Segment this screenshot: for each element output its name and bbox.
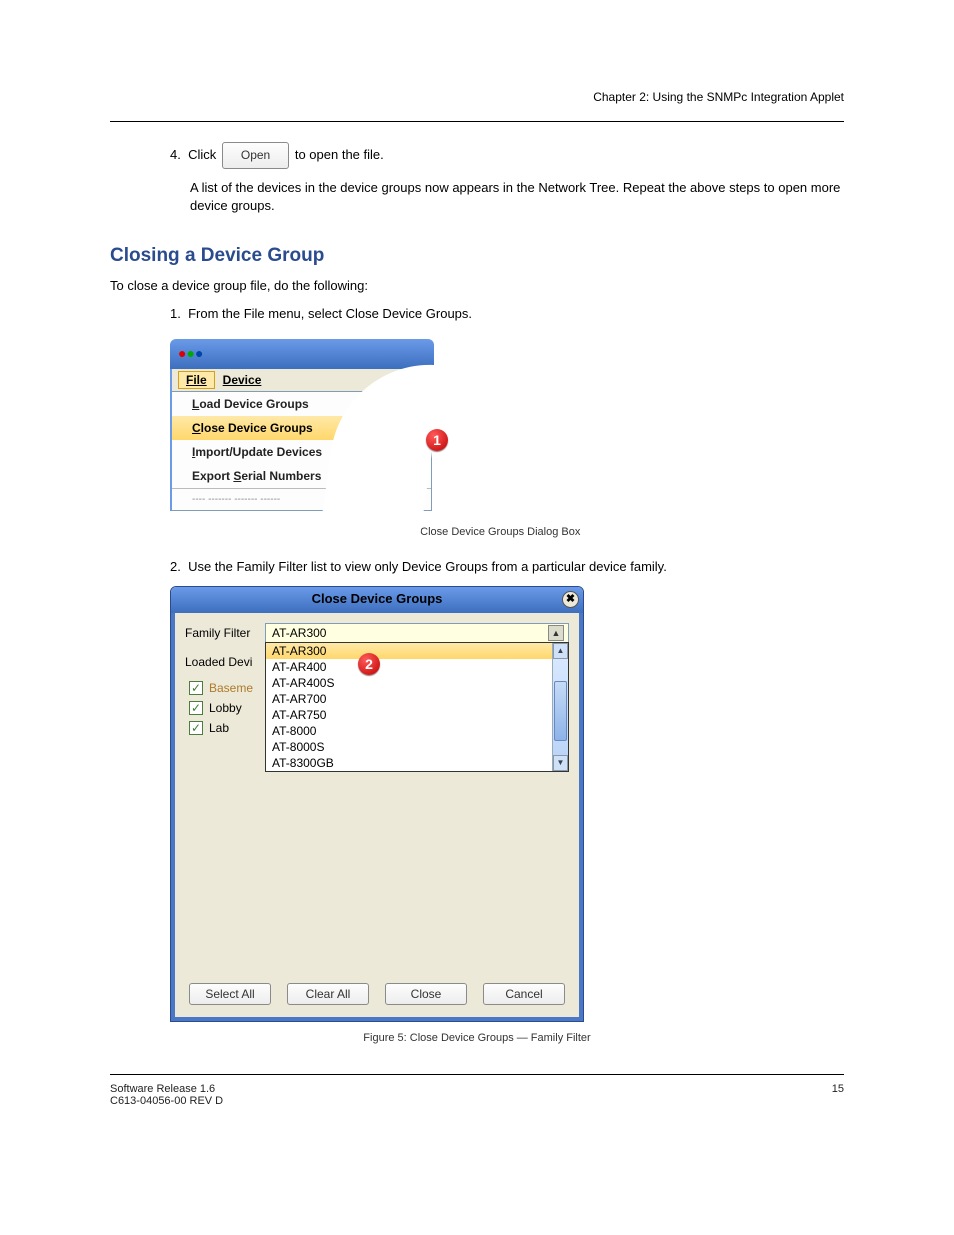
menu-file-label: File bbox=[186, 373, 207, 387]
file-menu-screenshot: ●●● File Device Load Device Groups Close… bbox=[170, 339, 434, 511]
family-filter-row: Family Filter AT-AR300 ▲ AT-AR300 AT-AR4… bbox=[185, 623, 569, 643]
callout-step1-marker: 1 bbox=[426, 429, 448, 451]
checkbox-icon[interactable]: ✓ bbox=[189, 701, 203, 715]
dialog-titlebar: Close Device Groups ✖ bbox=[171, 587, 583, 613]
chevron-up-icon[interactable]: ▲ bbox=[548, 625, 564, 641]
page-footer: Software Release 1.6 C613-04056-00 REV D… bbox=[110, 1074, 844, 1107]
scroll-up-icon[interactable]: ▲ bbox=[553, 643, 568, 659]
app-logo-icon: ●●● bbox=[178, 345, 203, 361]
combo-dropdown-list: AT-AR300 AT-AR400 AT-AR400S AT-AR700 AT-… bbox=[265, 642, 569, 772]
step2-text: 2. Use the Family Filter list to view on… bbox=[170, 558, 844, 576]
combo-option[interactable]: AT-8300GB bbox=[266, 755, 552, 771]
list-item[interactable]: ✓ Baseme bbox=[189, 681, 253, 695]
step2-inner: Use the Family Filter list to view only … bbox=[188, 559, 667, 574]
checkbox-icon[interactable]: ✓ bbox=[189, 681, 203, 695]
menu-item-close[interactable]: Close Device Groups bbox=[172, 416, 431, 440]
combo-display[interactable]: AT-AR300 ▲ bbox=[265, 623, 569, 643]
combo-option[interactable]: AT-AR300 bbox=[266, 643, 552, 659]
close-dialog-screenshot: Close Device Groups ✖ Family Filter AT-A… bbox=[170, 586, 584, 1022]
combo-value: AT-AR300 bbox=[272, 626, 326, 640]
step1-text: 1. From the File menu, select Close Devi… bbox=[170, 305, 844, 323]
callout-step2-marker: 2 bbox=[358, 653, 380, 675]
family-filter-combo[interactable]: AT-AR300 ▲ AT-AR300 AT-AR400 AT-AR400S A… bbox=[265, 623, 569, 643]
dialog-button-bar: Select All Clear All Close Cancel bbox=[175, 983, 579, 1005]
file-dropdown: Load Device Groups Close Device Groups I… bbox=[170, 391, 432, 511]
combo-option[interactable]: AT-AR400 bbox=[266, 659, 552, 675]
scroll-thumb[interactable] bbox=[554, 681, 567, 741]
list-item[interactable]: ✓ Lab bbox=[189, 721, 253, 735]
step4-line: 4. Click Open to open the file. bbox=[170, 142, 844, 169]
menu-device[interactable]: Device bbox=[215, 371, 270, 389]
loaded-devices-label: Loaded Devi bbox=[185, 655, 252, 669]
menu-device-label: Device bbox=[223, 373, 262, 387]
close-icon[interactable]: ✖ bbox=[562, 591, 579, 608]
footer-mid: C613-04056-00 REV D bbox=[110, 1095, 223, 1107]
list-item-label: Lab bbox=[209, 721, 229, 735]
combo-option[interactable]: AT-AR400S bbox=[266, 675, 552, 691]
menu-item-import[interactable]: Import/Update Devices bbox=[172, 440, 431, 464]
dialog-body: Family Filter AT-AR300 ▲ AT-AR300 AT-AR4… bbox=[171, 613, 583, 1021]
checkbox-icon[interactable]: ✓ bbox=[189, 721, 203, 735]
figure4-caption: Figure 4: Close Device Groups Dialog Box bbox=[110, 526, 844, 538]
clear-all-button[interactable]: Clear All bbox=[287, 983, 369, 1005]
scrollbar[interactable]: ▲ ▼ bbox=[552, 643, 568, 771]
cancel-button[interactable]: Cancel bbox=[483, 983, 565, 1005]
menu-titlebar: ●●● bbox=[170, 339, 434, 369]
intro-text: To close a device group file, do the fol… bbox=[110, 277, 844, 295]
menu-file[interactable]: File bbox=[178, 371, 215, 389]
list-item[interactable]: ✓ Lobby bbox=[189, 701, 253, 715]
footer-page-number: 15 bbox=[832, 1083, 844, 1107]
step1-inner: From the File menu, select Close Device … bbox=[188, 306, 472, 321]
select-all-button[interactable]: Select All bbox=[189, 983, 271, 1005]
list-item-label: Baseme bbox=[209, 681, 253, 695]
section-title: Closing a Device Group bbox=[110, 245, 844, 267]
step4-b: to open the file. bbox=[295, 147, 384, 162]
combo-option[interactable]: AT-AR700 bbox=[266, 691, 552, 707]
combo-option[interactable]: AT-AR750 bbox=[266, 707, 552, 723]
combo-option[interactable]: AT-8000S bbox=[266, 739, 552, 755]
family-filter-label: Family Filter bbox=[185, 626, 265, 640]
combo-option[interactable]: AT-8000 bbox=[266, 723, 552, 739]
list-item-label: Lobby bbox=[209, 701, 242, 715]
menu-bar: File Device bbox=[170, 369, 434, 391]
figure5-caption: Figure 5: Close Device Groups — Family F… bbox=[110, 1032, 844, 1044]
step4-a: Click bbox=[188, 147, 220, 162]
menu-item-load[interactable]: Load Device Groups bbox=[172, 392, 431, 416]
close-button[interactable]: Close bbox=[385, 983, 467, 1005]
scroll-down-icon[interactable]: ▼ bbox=[553, 755, 568, 771]
loaded-device-groups-list: ✓ Baseme ✓ Lobby ✓ Lab bbox=[189, 675, 253, 741]
step4-c: A list of the devices in the device grou… bbox=[190, 179, 844, 215]
footer-left: Software Release 1.6 bbox=[110, 1083, 223, 1095]
menu-item-truncated: ---- ------- ------- ------ bbox=[172, 488, 431, 510]
dialog-title-text: Close Device Groups bbox=[312, 591, 443, 606]
open-button[interactable]: Open bbox=[222, 142, 289, 169]
menu-item-export[interactable]: Export Serial Numbers bbox=[172, 464, 431, 488]
header-chapter: Chapter 2: Using the SNMPc Integration A… bbox=[110, 0, 844, 104]
